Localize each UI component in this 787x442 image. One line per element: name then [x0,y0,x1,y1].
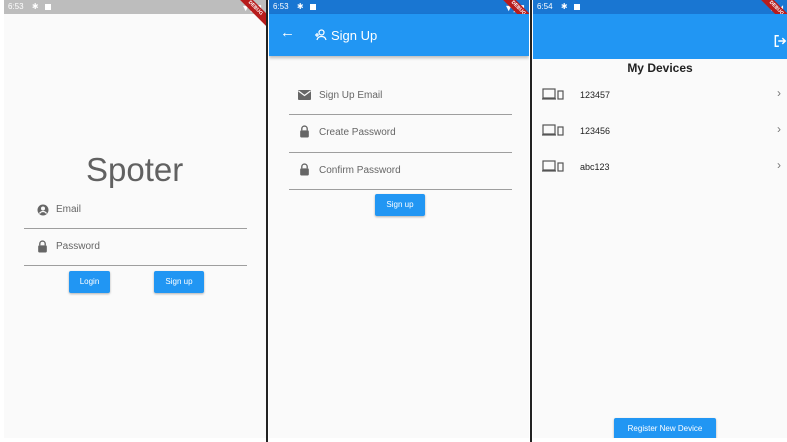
login-screen: 6:53 ✱ ▼◢▮ DEBUG Spoter Email Password L… [4,0,266,438]
device-list-item[interactable]: abc123 › [533,150,787,186]
password-field[interactable]: Password [24,236,247,268]
status-bar: 6:54 ✱ ▼◢ [533,0,787,14]
person-add-icon [315,29,327,41]
signup-appbar: ← Sign Up [269,14,529,56]
login-button[interactable]: Login [69,271,110,293]
settings-status-icon: ✱ [296,2,304,11]
logout-icon[interactable] [773,34,787,48]
screen-divider [266,0,268,442]
devices-icon [542,160,564,172]
signup-submit-button[interactable]: Sign up [375,194,425,216]
screen-divider [530,0,532,442]
appbar-title: Sign Up [331,28,378,43]
devices-icon [542,88,564,100]
lock-icon [300,125,309,138]
password-placeholder: Password [56,241,100,252]
device-name: abc123 [580,162,610,172]
create-password-placeholder: Create Password [319,127,396,138]
lock-icon [300,163,309,176]
device-list-item[interactable]: 123457 › [533,78,787,114]
device-name: 123457 [580,90,611,100]
chevron-right-icon: › [777,158,781,172]
settings-status-icon: ✱ [31,2,39,11]
chevron-right-icon: › [777,122,781,136]
device-list-item[interactable]: 123456 › [533,114,787,150]
register-device-button[interactable]: Register New Device [614,418,716,438]
sim-status-icon [44,3,51,10]
back-arrow-icon[interactable]: ← [280,25,295,41]
sim-status-icon [573,3,580,10]
settings-status-icon: ✱ [560,2,568,11]
email-placeholder: Email [56,204,82,215]
signup-screen: 6:53 ✱ ▼◢▮ DEBUG ← Sign Up Sign Up Email… [269,0,529,438]
device-name: 123456 [580,126,611,136]
status-time: 6:54 [537,2,553,11]
status-time: 6:53 [8,2,24,11]
signup-email-placeholder: Sign Up Email [319,90,383,101]
status-bar: 6:53 ✱ ▼◢▮ [269,0,529,14]
confirm-password-field[interactable]: Confirm Password [289,157,512,191]
status-time: 6:53 [273,2,289,11]
create-password-underline [289,152,512,153]
mail-icon [298,90,311,100]
create-password-field[interactable]: Create Password [289,119,512,153]
devices-icon [542,124,564,136]
app-title: Spoter [86,151,184,188]
devices-appbar [533,14,787,59]
confirm-password-underline [289,189,512,190]
email-field[interactable]: Email [24,198,247,230]
chevron-right-icon: › [777,86,781,100]
lock-icon [38,240,47,253]
email-underline [24,228,247,229]
signup-button[interactable]: Sign up [154,271,204,293]
page-title: My Devices [627,61,693,75]
signup-email-underline [289,114,512,115]
signup-email-field[interactable]: Sign Up Email [289,82,512,116]
account-circle-icon [37,204,49,216]
password-underline [24,265,247,266]
status-bar: 6:53 ✱ ▼◢▮ [4,0,266,14]
confirm-password-placeholder: Confirm Password [319,165,401,176]
sim-status-icon [309,3,316,10]
devices-screen: 6:54 ✱ ▼◢ DEBUG My Devices 123457 › 1234… [533,0,787,438]
